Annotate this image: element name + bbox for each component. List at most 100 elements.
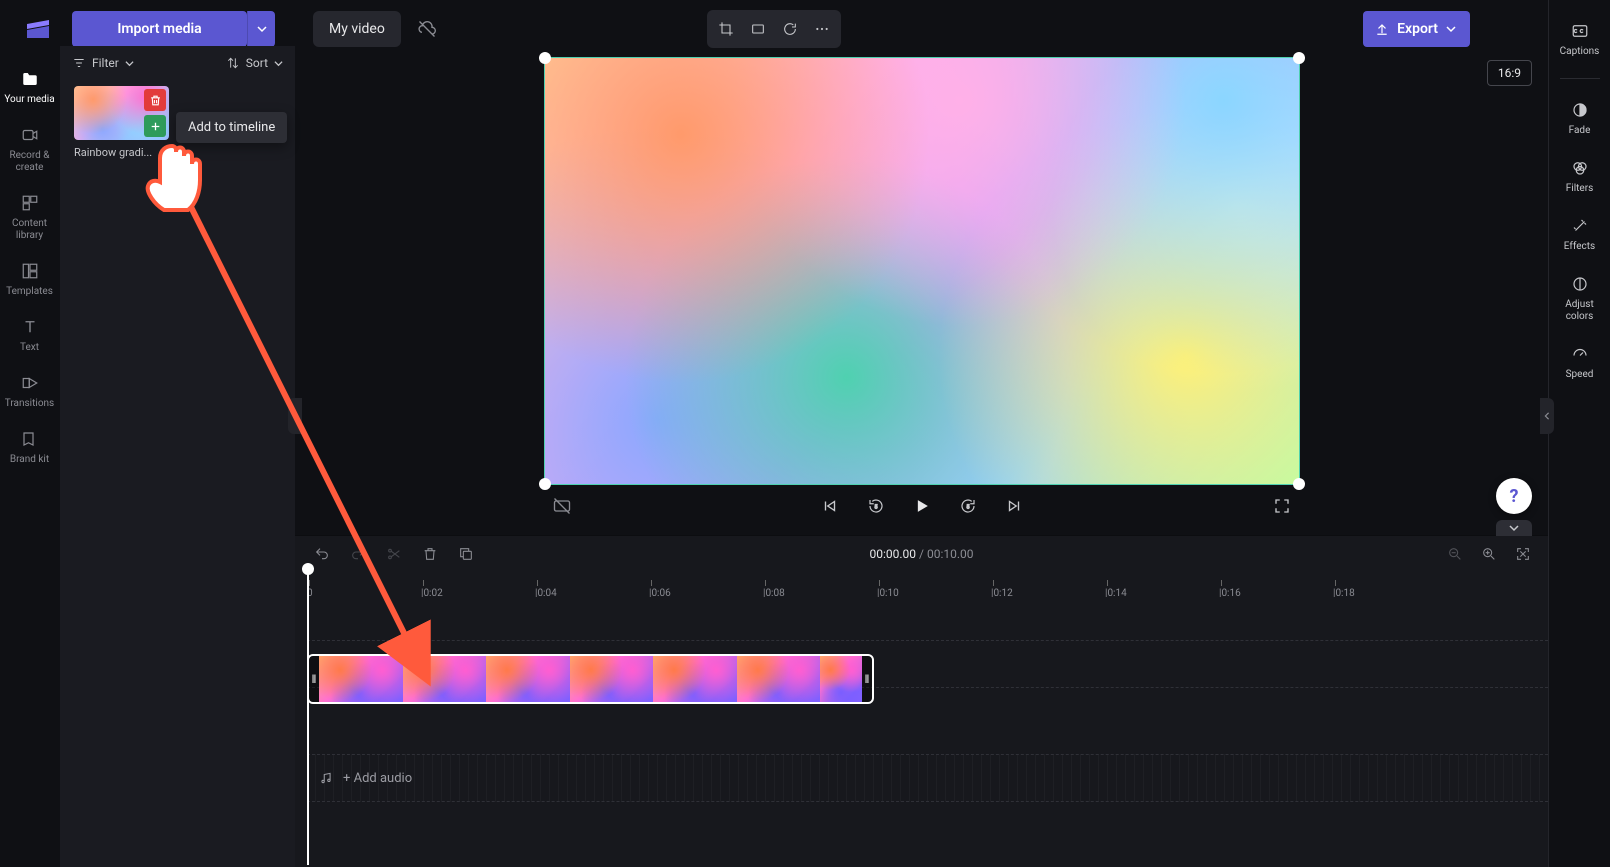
sidebar-item-fade[interactable]: Fade	[1552, 93, 1608, 147]
chevron-down-icon	[274, 59, 283, 68]
zoom-fit-button[interactable]	[1512, 543, 1534, 565]
skip-forward-button[interactable]	[1000, 492, 1028, 520]
import-media-dropdown[interactable]	[247, 11, 275, 47]
ruler-tick: |0:14	[1105, 580, 1127, 599]
sidebar-item-transitions[interactable]: Transitions	[3, 368, 57, 414]
svg-text:5: 5	[966, 504, 969, 510]
time-display: 00:00.00 / 00:10.00	[870, 547, 974, 561]
sidebar-item-templates[interactable]: Templates	[3, 256, 57, 302]
video-clip[interactable]: ‖ ‖	[307, 654, 874, 704]
zoom-in-button[interactable]	[1478, 543, 1500, 565]
ruler-tick: |0:16	[1219, 580, 1241, 599]
sidebar-item-adjust-colors[interactable]: Adjust colors	[1552, 267, 1608, 333]
sort-label: Sort	[246, 56, 268, 70]
canvas-tools	[707, 10, 841, 48]
ruler-tick: |0:10	[877, 580, 899, 599]
rotate-tool[interactable]	[775, 14, 805, 44]
music-icon	[319, 771, 333, 785]
chevron-down-icon	[257, 24, 267, 34]
split-button[interactable]	[383, 543, 405, 565]
media-thumbnail-image	[74, 86, 169, 140]
duplicate-button[interactable]	[455, 543, 477, 565]
tooltip-add-to-timeline: Add to timeline	[176, 112, 287, 143]
sidebar-item-label: Templates	[6, 286, 53, 297]
media-thumbnail-label: Rainbow gradi...	[74, 146, 169, 159]
filter-dropdown[interactable]: Filter	[72, 56, 134, 70]
fullscreen-button[interactable]	[1268, 492, 1296, 520]
media-panel-tools: Filter Sort	[60, 46, 295, 80]
zoom-out-button[interactable]	[1444, 543, 1466, 565]
app-logo[interactable]	[20, 11, 56, 47]
divider	[1560, 78, 1600, 79]
collapse-preview-button[interactable]	[1496, 520, 1532, 536]
cloud-off-icon[interactable]	[409, 11, 445, 47]
timeline-toolbar: 00:00.00 / 00:10.00	[295, 536, 1548, 572]
sidebar-item-label: Transitions	[5, 398, 54, 409]
export-button[interactable]: Export	[1363, 11, 1470, 47]
sidebar-item-text[interactable]: Text	[3, 312, 57, 358]
help-button[interactable]: ?	[1496, 478, 1532, 514]
ruler-tick: |0:06	[649, 580, 671, 599]
hide-preview-button[interactable]	[548, 492, 576, 520]
preview-canvas[interactable]	[544, 57, 1300, 485]
ruler-tick: |0:02	[421, 580, 443, 599]
media-panel: Filter Sort Rainbow gradi...	[59, 46, 295, 867]
play-button[interactable]	[908, 492, 936, 520]
timeline-ruler[interactable]: 0 |0:02 |0:04 |0:06 |0:08 |0:10 |0:12 |0…	[307, 572, 1548, 600]
playhead[interactable]	[307, 569, 309, 865]
project-title[interactable]: My video	[313, 11, 401, 47]
collapse-right-panel[interactable]	[1540, 398, 1554, 434]
redo-button[interactable]	[347, 543, 369, 565]
upload-icon	[1375, 22, 1389, 36]
import-media-button[interactable]: Import media	[72, 11, 247, 47]
rewind-button[interactable]: 5	[862, 492, 890, 520]
left-sidebar: Your media Record & create Content libra…	[0, 56, 59, 867]
playback-controls: 5 5	[544, 487, 1300, 525]
sidebar-item-content-library[interactable]: Content library	[3, 188, 57, 246]
preview-stage: 5 5	[295, 57, 1548, 525]
clip-trim-left[interactable]: ‖	[309, 656, 319, 702]
trash-icon	[149, 94, 162, 107]
sidebar-item-label: Content library	[12, 218, 47, 241]
chevron-down-icon	[1446, 24, 1456, 34]
svg-text:5: 5	[874, 504, 877, 510]
audio-lane-label: + Add audio	[343, 771, 412, 786]
fit-tool[interactable]	[743, 14, 773, 44]
sidebar-item-label: Speed	[1566, 369, 1594, 380]
delete-media-button[interactable]	[144, 89, 166, 111]
timeline: 00:00.00 / 00:10.00 0 |0:02 |0:04 |0:06 …	[295, 535, 1548, 867]
audio-lane[interactable]: + Add audio	[307, 754, 1548, 802]
sidebar-item-captions[interactable]: Captions	[1552, 14, 1608, 68]
ruler-tick: |0:04	[535, 580, 557, 599]
sidebar-item-filters[interactable]: Filters	[1552, 151, 1608, 205]
clip-trim-right[interactable]: ‖	[862, 656, 872, 702]
collapse-left-panel[interactable]	[288, 398, 302, 434]
export-label: Export	[1397, 21, 1438, 37]
sidebar-item-brand-kit[interactable]: Brand kit	[3, 424, 57, 470]
undo-button[interactable]	[311, 543, 333, 565]
forward-button[interactable]: 5	[954, 492, 982, 520]
filter-label: Filter	[92, 56, 119, 70]
sidebar-item-your-media[interactable]: Your media	[3, 64, 57, 110]
sidebar-item-record-create[interactable]: Record & create	[3, 120, 57, 178]
sidebar-item-label: Filters	[1566, 183, 1594, 194]
sidebar-item-label: Adjust colors	[1565, 299, 1594, 322]
timeline-tracks: + Add text + Add audio	[295, 600, 1548, 867]
skip-back-button[interactable]	[816, 492, 844, 520]
media-thumbnail[interactable]: Rainbow gradi...	[74, 86, 169, 159]
more-tools[interactable]	[807, 14, 837, 44]
sidebar-item-label: Fade	[1569, 125, 1591, 136]
crop-tool[interactable]	[711, 14, 741, 44]
resize-handle-tr[interactable]	[1293, 52, 1305, 64]
plus-icon	[149, 120, 162, 133]
sidebar-item-label: Effects	[1564, 241, 1595, 252]
sidebar-item-effects[interactable]: Effects	[1552, 209, 1608, 263]
chevron-down-icon	[125, 59, 134, 68]
resize-handle-tl[interactable]	[539, 52, 551, 64]
delete-clip-button[interactable]	[419, 543, 441, 565]
sidebar-item-label: Text	[20, 342, 39, 353]
sort-dropdown[interactable]: Sort	[226, 56, 283, 70]
add-to-timeline-button[interactable]	[144, 115, 166, 137]
right-sidebar: Captions Fade Filters Effects Adjust col…	[1548, 0, 1610, 867]
sidebar-item-speed[interactable]: Speed	[1552, 337, 1608, 391]
